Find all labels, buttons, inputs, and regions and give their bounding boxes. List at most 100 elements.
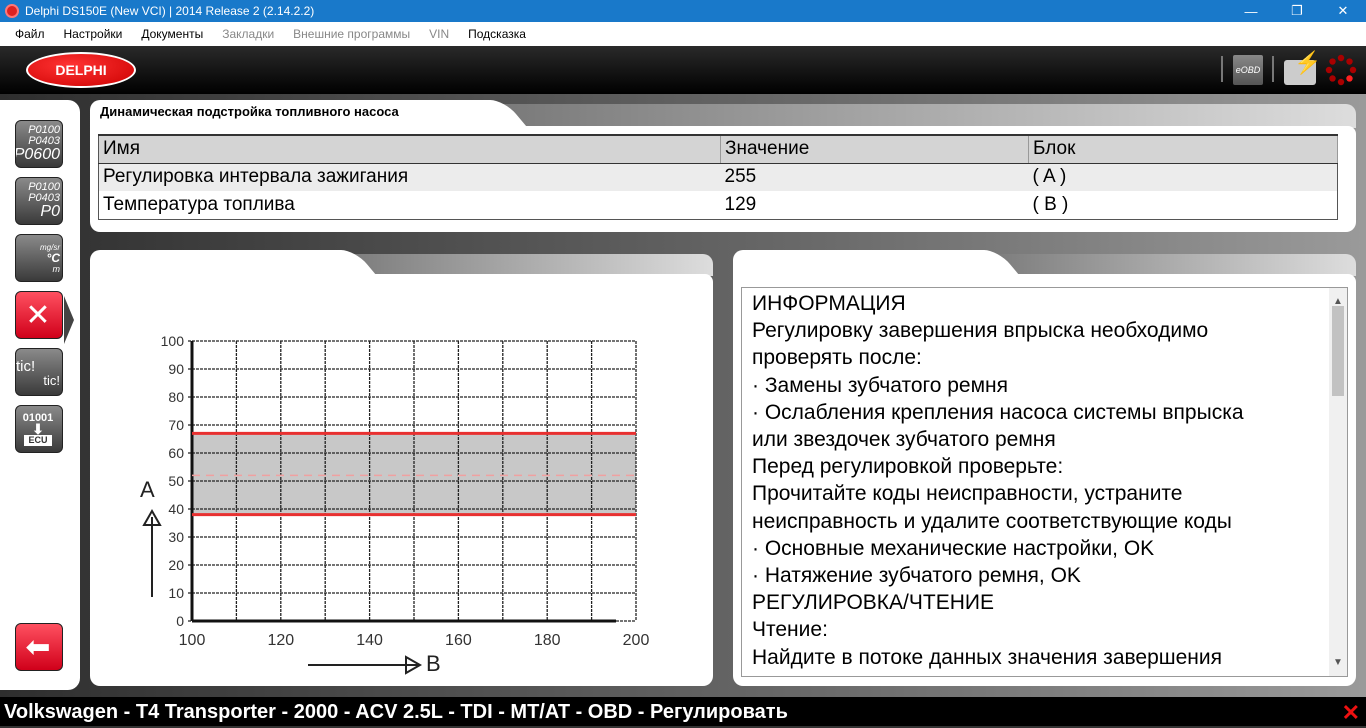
clear-codes-button[interactable]: P0100 P0403 P0 (15, 177, 63, 225)
close-button[interactable]: ✕ (1320, 0, 1366, 22)
menu-item[interactable]: Документы (141, 27, 203, 41)
tools-icon: ✕ (25, 298, 51, 332)
arrow-left-icon: ⬅ (25, 630, 51, 664)
x-tick-label: 100 (179, 632, 206, 649)
btn-text: °C (46, 250, 60, 265)
y-axis-label: A (140, 477, 155, 502)
cell: Регулировка интервала зажигания (98, 163, 721, 191)
lightning-icon: ⚡ (1294, 50, 1322, 75)
spinner-dot (1346, 75, 1353, 82)
y-tick-label: 90 (168, 361, 184, 377)
panel-header-strip (480, 104, 1356, 128)
spinner-dot (1329, 75, 1336, 82)
panel-tab (733, 250, 973, 276)
divider (1272, 56, 1274, 82)
y-tick-label: 70 (168, 417, 184, 433)
panel-tab (90, 250, 330, 276)
x-tick-label: 160 (445, 632, 472, 649)
info-line: Перед регулировкой проверьте: (752, 455, 1064, 479)
spinner-dot (1346, 58, 1353, 65)
parameters-table: Имя Значение Блок Регулировка интервала за… (98, 134, 1338, 220)
btn-text: ECU (24, 434, 52, 446)
scroll-thumb[interactable] (1332, 306, 1344, 396)
delphi-logo: DELPHI (26, 52, 136, 88)
btn-text: P0600 (15, 146, 60, 163)
col-header: Имя (98, 134, 721, 164)
cell: Температура топлива (103, 193, 295, 215)
info-line: Чтение: (752, 618, 828, 642)
info-line: · Замены зубчатого ремня (752, 373, 1008, 397)
minimize-button[interactable]: — (1228, 0, 1274, 22)
panel-header-strip (330, 254, 713, 276)
menu-item[interactable]: Файл (15, 27, 45, 41)
info-line: РЕГУЛИРОВКА/ЧТЕНИЕ (752, 591, 994, 615)
info-line: ИНФОРМАЦИЯ (752, 292, 906, 315)
spinner-dot (1329, 58, 1336, 65)
ecu-programming-button[interactable]: 01001 ⬇ ECU (15, 405, 63, 453)
info-line: · Натяжение зубчатого ремня, OK (752, 564, 1081, 588)
menu-item[interactable]: Закладки (222, 27, 274, 41)
info-line: Прочитайте коды неисправности, устраните (752, 482, 1183, 506)
panel-header-strip (973, 254, 1356, 276)
menu-item[interactable]: Настройки (64, 27, 123, 41)
btn-text: tic! (43, 372, 60, 388)
y-tick-label: 40 (168, 501, 184, 517)
close-icon[interactable]: ✕ (1342, 697, 1360, 728)
vehicle-info: Volkswagen - T4 Transporter - 2000 - ACV… (4, 701, 788, 723)
info-line: Регулировку завершения впрыска необходим… (752, 319, 1209, 343)
y-tick-label: 100 (161, 333, 185, 349)
info-line: · Основные механические настройки, OK (752, 536, 1155, 560)
y-tick-label: 20 (168, 557, 184, 573)
adjustments-button[interactable]: ✕ (15, 291, 63, 339)
back-button[interactable]: ⬅ (15, 623, 63, 671)
live-data-button[interactable]: mg/sr °C m (15, 234, 63, 282)
active-indicator (64, 296, 74, 344)
loading-spinner-icon (1325, 54, 1357, 86)
y-tick-label: 30 (168, 529, 184, 545)
btn-text: m (52, 263, 61, 274)
menu-item[interactable]: Подсказка (468, 27, 526, 41)
sidebar: P0100 P0403 P0600 P0100 P0403 P0 mg/sr °C m ✕ … (0, 100, 80, 690)
y-tick-label: 80 (168, 389, 184, 405)
y-tick-label: 10 (168, 585, 184, 601)
table-row[interactable]: Регулировка интервала зажигания 255( A ) (98, 163, 1338, 191)
header: DELPHI (0, 46, 1366, 94)
y-tick-label: 50 (168, 473, 184, 489)
cell: ( B ) (1032, 193, 1069, 215)
app-icon (5, 4, 19, 18)
cell: ( A ) (1028, 163, 1338, 191)
menu-item[interactable]: Внешние программы (293, 27, 410, 41)
maximize-button[interactable]: ❐ (1274, 0, 1320, 22)
info-line: · Ослабления крепления насоса системы вп… (752, 400, 1244, 424)
info-line: Найдите в потоке данных значения заверше… (752, 645, 1222, 669)
spinner-dot (1325, 66, 1333, 74)
x-tick-label: 180 (534, 632, 561, 649)
menu-item[interactable]: VIN (429, 27, 449, 41)
arrow-down-icon: ⬇ (32, 420, 44, 437)
y-axis-arrow (142, 508, 162, 597)
col-header: Значение (720, 134, 1029, 164)
window-title: Delphi DS150E (New VCI) | 2014 Release 2… (25, 4, 315, 18)
tic-tic-button[interactable]: tic! tic! (15, 348, 63, 396)
x-tick-label: 140 (356, 632, 383, 649)
info-line: неисправность и удалите соответствующие … (752, 509, 1232, 533)
scroll-down-icon[interactable]: ▼ (1329, 649, 1347, 676)
info-text: ИНФОРМАЦИЯ Регулировку завершения впрыска… (741, 287, 1348, 677)
info-line: или звездочек зубчатого ремня (752, 428, 1056, 452)
cell: 255 (720, 163, 1029, 191)
divider (1221, 56, 1223, 82)
title-bar: Delphi DS150E (New VCI) | 2014 Release 2… (0, 0, 1366, 22)
spinner-dot (1349, 66, 1357, 74)
parameters-panel: Динамическая подстройка топливного насос… (90, 104, 1356, 232)
scrollbar[interactable]: ▲ ▼ (1329, 288, 1347, 676)
info-line: проверять после: (752, 346, 922, 370)
table-row[interactable]: Температура топлива 129 ( B ) (99, 191, 1338, 219)
x-axis-label: B (426, 651, 441, 676)
panel-title: Динамическая подстройка топливного насос… (100, 104, 399, 119)
adjustment-chart: 0 10 20 30 40 50 60 70 80 90 100 100 120 140 160 180 200… (140, 333, 649, 676)
eobd-icon[interactable]: eOBD (1233, 55, 1263, 85)
x-tick-label: 120 (267, 632, 294, 649)
y-tick-label: 0 (176, 613, 184, 629)
fault-codes-button[interactable]: P0100 P0403 P0600 (15, 120, 63, 168)
x-axis-arrow (308, 655, 423, 675)
